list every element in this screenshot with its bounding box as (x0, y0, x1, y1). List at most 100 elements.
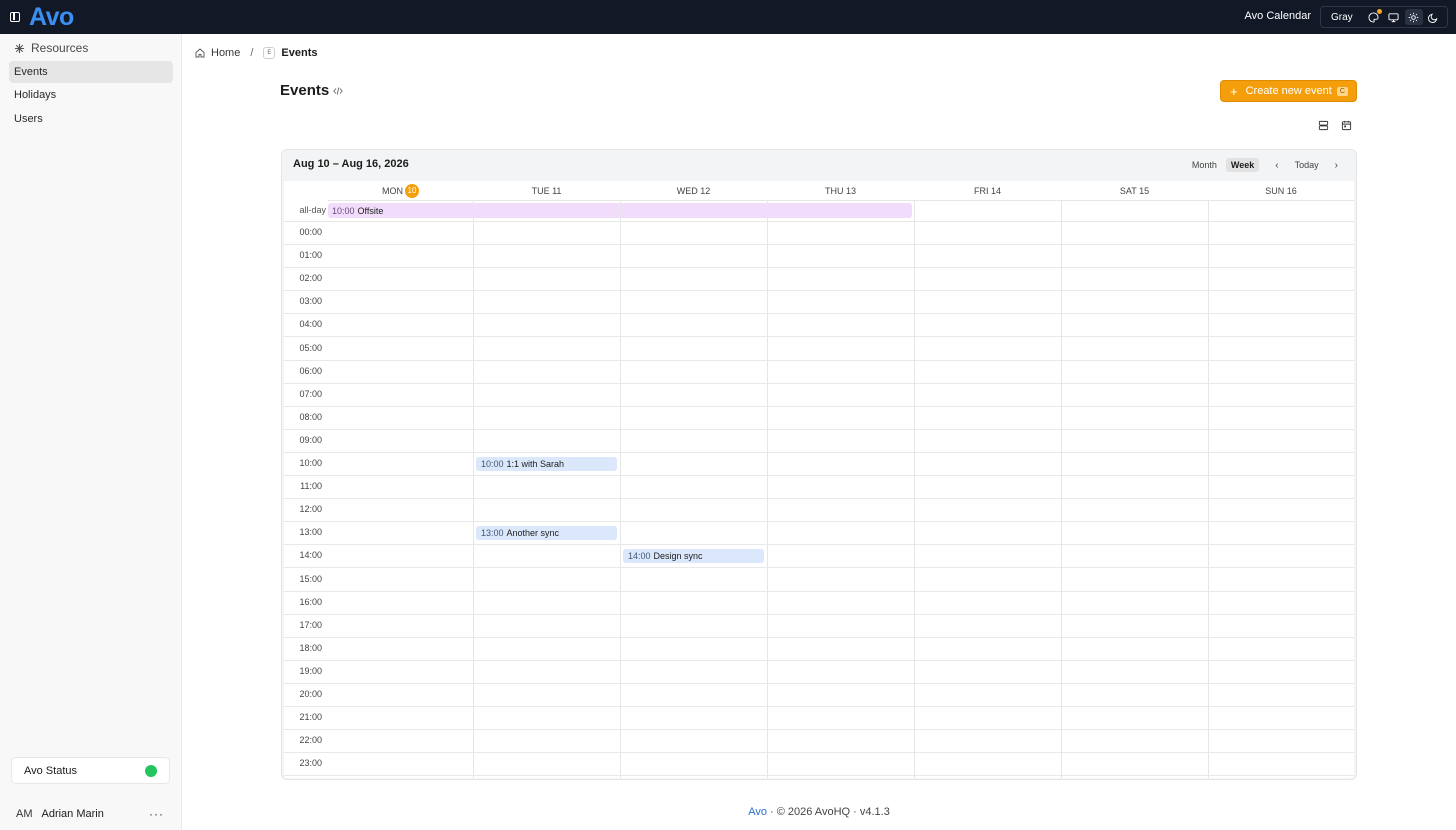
breadcrumb-separator: / (250, 47, 254, 59)
hour-row[interactable]: 06:00 (284, 361, 1354, 384)
user-profile[interactable]: AM Adrian Marin ··· (0, 798, 182, 830)
day-header-sun: SUN 16 (1208, 181, 1354, 201)
hour-label: 18:00 (299, 642, 322, 653)
calendar-event[interactable]: 14:00 Design sync (623, 549, 764, 564)
hour-label: 08:00 (299, 411, 322, 422)
resource-badge: E (263, 47, 276, 59)
week-grid: MON 10 TUE 11 WED 12 THU 13 FRI 14 SAT 1… (284, 181, 1354, 778)
hour-row[interactable]: 04:00 (284, 314, 1354, 338)
event-time: 14:00 (628, 551, 651, 562)
hour-label: 21:00 (299, 712, 322, 723)
hour-row[interactable]: 18:00 (284, 638, 1354, 661)
today-button[interactable]: Today (1289, 158, 1325, 172)
notification-dot (1376, 9, 1382, 14)
hour-row[interactable]: 07:00 (284, 384, 1354, 407)
day-column-divider (914, 201, 915, 778)
sidebar: Resources Events Holidays Users Avo Stat… (0, 34, 182, 830)
hour-row[interactable]: 21:00 (284, 707, 1354, 731)
hour-row[interactable]: 17:00 (284, 615, 1354, 638)
hour-row[interactable]: 12:00 (284, 499, 1354, 523)
calendar: Aug 10 – Aug 16, 2026 Month Week ‹ Today… (281, 149, 1357, 780)
hour-label: 00:00 (299, 227, 322, 237)
view-week-button[interactable]: Week (1225, 158, 1260, 172)
footer: Avo · © 2026 AvoHQ · v4.1.3 (182, 806, 1456, 818)
theme-switcher: Gray (1320, 6, 1448, 28)
hour-label: 16:00 (299, 596, 322, 607)
list-view-icon[interactable] (1312, 115, 1334, 135)
code-icon[interactable] (333, 86, 343, 96)
app-logo[interactable]: Avo (29, 2, 74, 32)
hour-label: 23:00 (299, 758, 322, 769)
calendar-event[interactable]: 13:00 Another sync (476, 526, 617, 541)
hour-row[interactable]: 19:00 (284, 661, 1354, 684)
hour-row[interactable]: 15:00 (284, 569, 1354, 592)
hour-label: 04:00 (299, 319, 322, 330)
event-time: 13:00 (481, 528, 504, 539)
hour-row[interactable]: 02:00 (284, 268, 1354, 292)
sidebar-section-resources: Resources (14, 41, 88, 55)
more-menu-icon[interactable]: ··· (149, 807, 164, 821)
hour-label: 12:00 (299, 504, 322, 515)
sidebar-item-events[interactable]: Events (9, 61, 173, 83)
theme-color-select[interactable]: Gray (1325, 12, 1359, 23)
hour-label: 03:00 (299, 296, 322, 307)
footer-brand-link[interactable]: Avo (748, 806, 767, 818)
calendar-view-icon[interactable] (1335, 115, 1357, 135)
hour-row[interactable]: 23:00 (284, 753, 1354, 777)
day-header-tue: TUE 11 (473, 181, 620, 201)
status-indicator (145, 765, 157, 777)
hour-row[interactable]: 16:00 (284, 592, 1354, 615)
hour-row[interactable]: 13:00 (284, 522, 1354, 546)
day-header-mon: MON 10 (328, 181, 473, 201)
calendar-event[interactable]: 10:00 1:1 with Sarah (476, 457, 617, 471)
breadcrumb-home[interactable]: Home (211, 47, 240, 59)
day-column-divider (620, 201, 621, 778)
user-name: Adrian Marin (41, 808, 104, 820)
monitor-icon[interactable] (1385, 9, 1403, 25)
hour-row[interactable]: 01:00 (284, 245, 1354, 269)
top-navbar: Avo Avo Calendar Gray (0, 0, 1456, 34)
prev-week-icon[interactable]: ‹ (1269, 158, 1284, 173)
page-title: Events (280, 82, 330, 99)
day-header-sat: SAT 15 (1061, 181, 1208, 201)
hour-row[interactable]: 14:00 (284, 545, 1354, 569)
sidebar-toggle-icon[interactable] (10, 12, 20, 22)
day-header-fri: FRI 14 (914, 181, 1061, 201)
hour-label: 07:00 (299, 388, 322, 399)
today-badge: 10 (405, 183, 419, 198)
view-month-button[interactable]: Month (1187, 158, 1222, 172)
hour-row[interactable]: 09:00 (284, 430, 1354, 453)
hour-label: 10:00 (299, 458, 322, 468)
hour-row[interactable]: 22:00 (284, 730, 1354, 754)
sidebar-item-users[interactable]: Users (9, 108, 173, 130)
hour-row[interactable]: 00:00 (284, 222, 1354, 245)
event-title: 1:1 with Sarah (506, 459, 565, 469)
hour-row[interactable]: 08:00 (284, 407, 1354, 430)
hour-row[interactable]: 05:00 (284, 338, 1354, 361)
avo-status-card[interactable]: Avo Status (11, 757, 170, 784)
hour-label: 01:00 (299, 250, 322, 261)
day-column-divider (1208, 201, 1209, 778)
footer-text: · © 2026 AvoHQ · v4.1.3 (766, 806, 890, 818)
event-title: Another sync (506, 528, 560, 539)
calendar-controls: Month Week ‹ Today › (1187, 157, 1344, 173)
event-time: 10:00 (481, 459, 504, 469)
sun-icon[interactable] (1404, 9, 1423, 25)
app-name: Avo Calendar (1244, 10, 1311, 22)
hour-row[interactable]: 11:00 (284, 476, 1354, 500)
plus-icon: + (1230, 83, 1238, 99)
hour-row[interactable]: 10:00 (284, 453, 1354, 476)
create-event-button[interactable]: + Create new event C (1220, 80, 1357, 102)
hour-label: 17:00 (299, 619, 322, 630)
calendar-toolbar: Aug 10 – Aug 16, 2026 Month Week ‹ Today… (282, 150, 1356, 181)
hour-row[interactable]: 20:00 (284, 684, 1354, 707)
moon-icon[interactable] (1425, 9, 1443, 25)
next-week-icon[interactable]: › (1329, 158, 1344, 173)
hour-label: 09:00 (299, 434, 322, 445)
palette-icon[interactable] (1365, 9, 1383, 25)
sidebar-item-holidays[interactable]: Holidays (9, 84, 173, 106)
event-title: Design sync (653, 551, 703, 562)
hour-row[interactable]: 03:00 (284, 291, 1354, 315)
hour-label: 06:00 (299, 365, 322, 376)
keyboard-shortcut: C (1336, 86, 1348, 96)
